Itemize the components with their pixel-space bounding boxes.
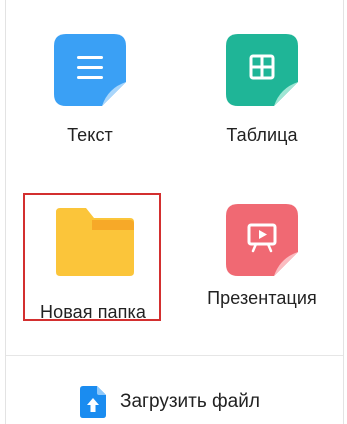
upload-file-icon [80,386,106,418]
create-text-label: Текст [67,125,113,145]
upload-file-button[interactable]: Загрузить файл [80,385,260,419]
create-table-button[interactable]: Таблица [192,30,332,146]
sheet-right-edge [343,0,344,424]
divider [6,355,343,356]
create-presentation-button[interactable]: Презентация [192,200,332,309]
create-presentation-label: Презентация [207,288,317,308]
text-document-icon [50,30,130,110]
selection-highlight [23,193,161,321]
presentation-icon [222,200,302,280]
upload-file-label: Загрузить файл [120,391,260,412]
create-text-button[interactable]: Текст [20,30,160,146]
create-table-label: Таблица [226,125,298,145]
create-new-sheet: Текст Таблица Новая папка Презентация За… [0,0,347,424]
sheet-left-edge [5,0,6,424]
spreadsheet-icon [222,30,302,110]
